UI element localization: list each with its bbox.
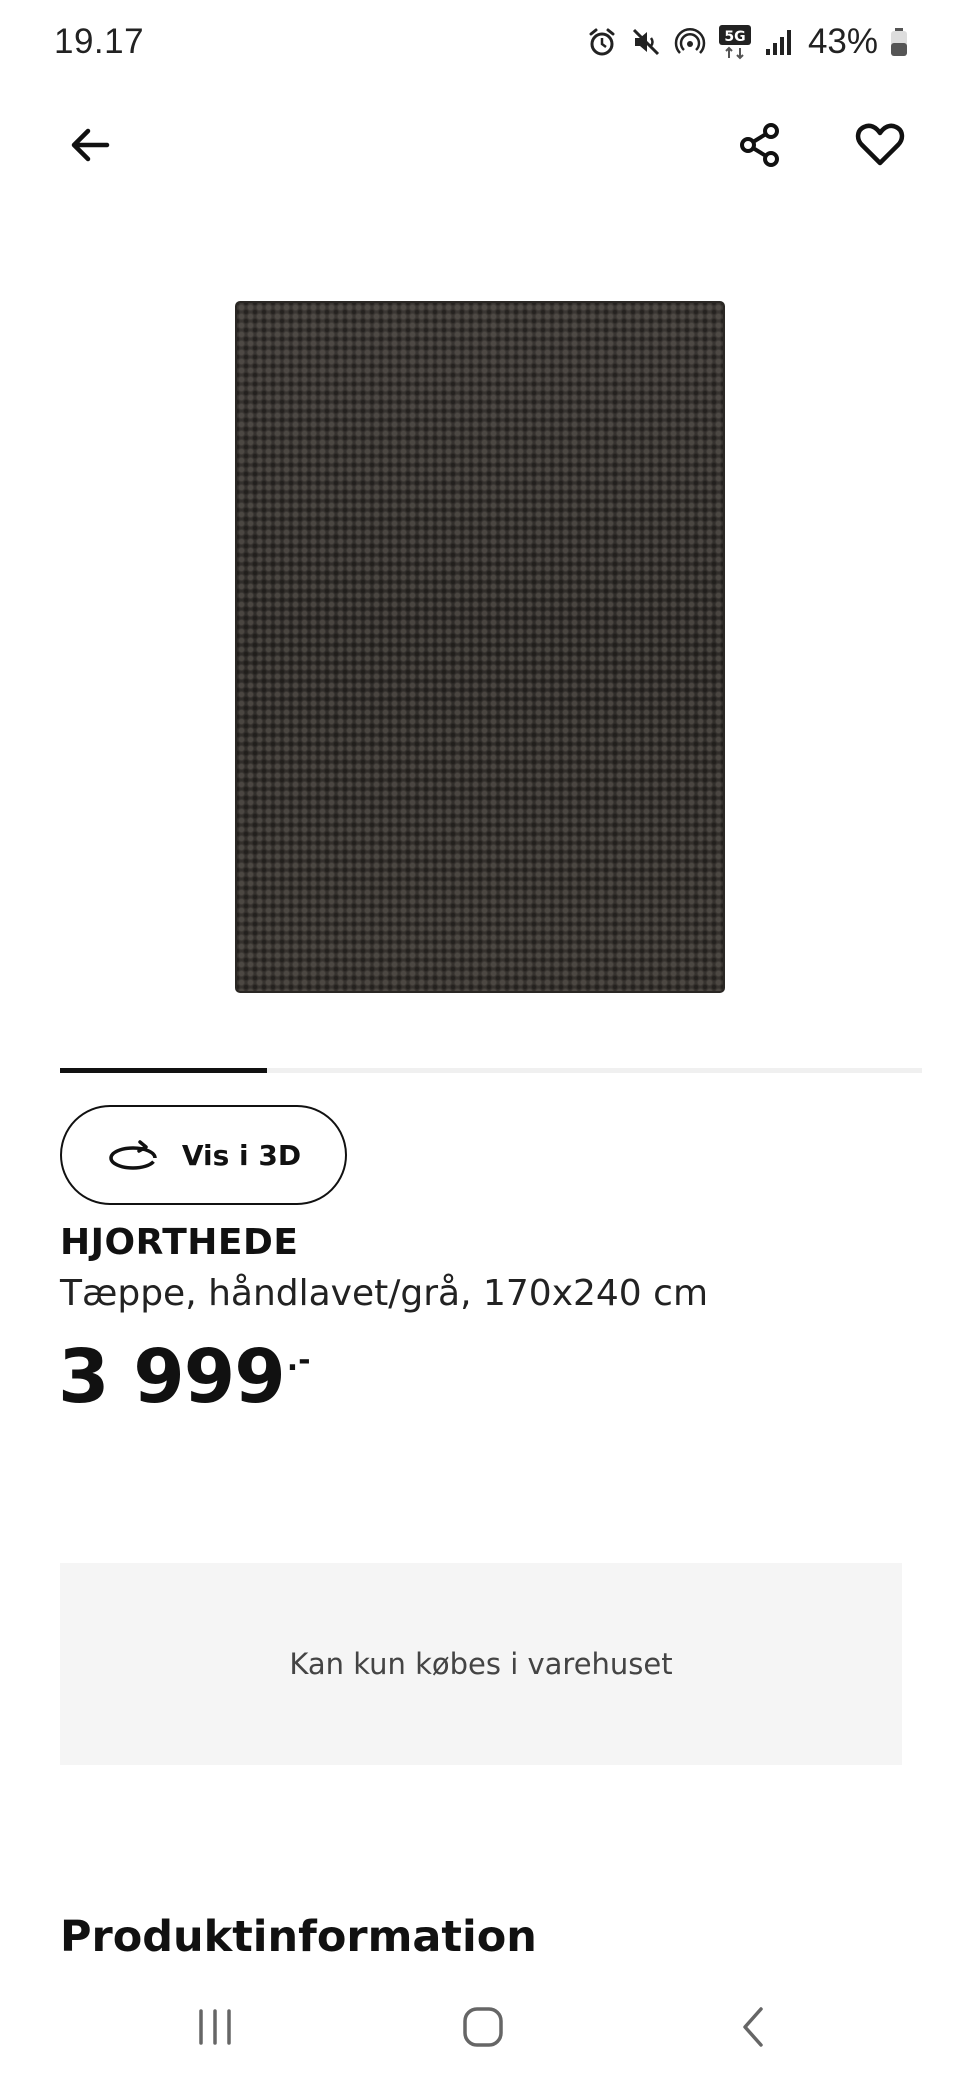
5g-icon: 5G [718,24,752,60]
share-button[interactable] [720,105,800,185]
carousel-progress [60,1068,267,1073]
image-carousel-indicator [60,1068,922,1073]
product-page: 19.17 5G 43% Vis i 3D HJORTHEDE Tæppe, h… [0,0,960,2080]
heart-icon [855,123,905,166]
5g-label: 5G [724,29,745,45]
status-icons: 5G 43% [586,20,908,64]
battery-icon [890,27,908,57]
back-arrow-icon [71,128,110,162]
rotate-3d-icon [109,1140,157,1170]
product-information-heading[interactable]: Produktinformation [60,1912,537,1962]
battery-percent: 43% [807,22,878,61]
status-time: 19.17 [54,22,145,61]
mute-icon [630,26,662,58]
signal-icon [764,27,794,57]
status-bar: 19.17 5G 43% [0,0,960,90]
product-description: Tæppe, håndlavet/grå, 170x240 cm [60,1273,709,1314]
home-icon [463,2007,503,2047]
top-navigation [0,90,960,200]
product-price: 3 999 .- [58,1340,311,1414]
hotspot-icon [674,26,706,58]
view-in-3d-label: Vis i 3D [181,1138,302,1172]
recents-button[interactable] [175,1995,255,2059]
availability-notice: Kan kun købes i varehuset [60,1563,902,1765]
system-navigation-bar [0,1975,960,2080]
product-image-rug[interactable] [237,303,723,991]
home-button[interactable] [443,1995,523,2059]
back-icon [743,2007,763,2047]
system-back-button[interactable] [713,1995,793,2059]
view-in-3d-button[interactable]: Vis i 3D [60,1105,347,1205]
recents-icon [199,2009,231,2045]
price-suffix: .- [286,1343,311,1378]
alarm-icon [586,26,618,58]
back-button[interactable] [50,105,130,185]
price-amount: 3 999 [58,1334,286,1420]
product-name: HJORTHEDE [60,1222,299,1263]
share-icon [740,123,779,167]
availability-text: Kan kun købes i varehuset [289,1647,673,1681]
favourite-button[interactable] [840,105,920,185]
